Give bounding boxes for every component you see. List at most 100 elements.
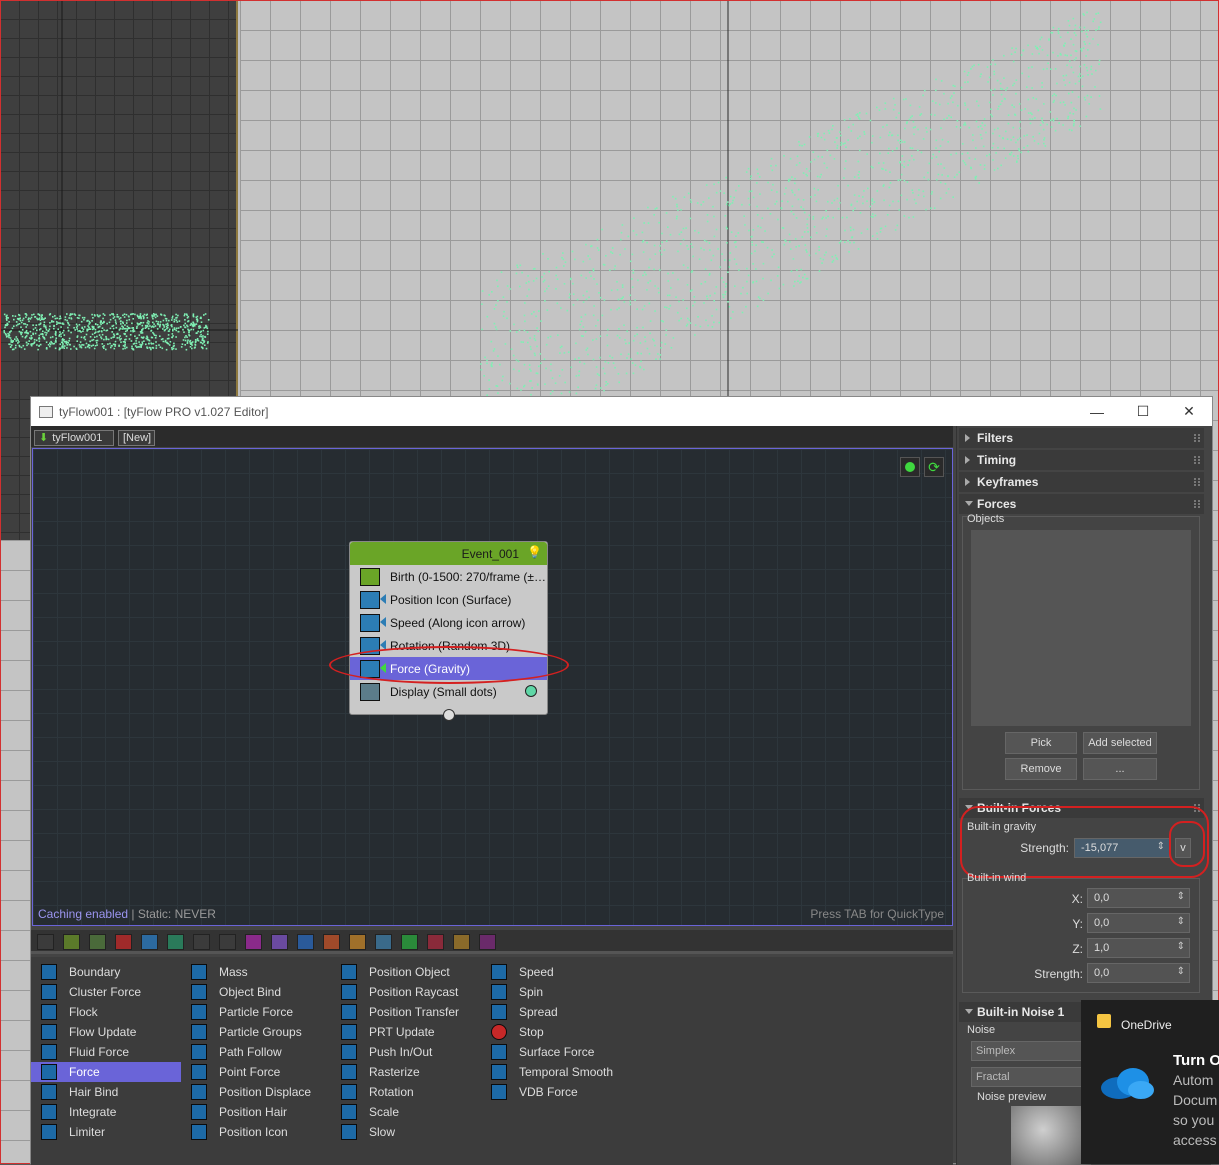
wind-y-spinner[interactable]: 0,0	[1087, 913, 1190, 933]
category-operators-icon[interactable]	[141, 934, 158, 950]
event-output-socket[interactable]	[443, 709, 455, 721]
operator-list-icon	[191, 1044, 207, 1060]
category-all-icon[interactable]	[37, 934, 54, 950]
category-delete-icon[interactable]	[115, 934, 132, 950]
operator-list-icon	[41, 984, 57, 1000]
onedrive-heading: Turn O	[1173, 1052, 1219, 1069]
lightbulb-icon[interactable]: 💡	[527, 545, 542, 559]
operator-list-item[interactable]: Flock	[31, 1002, 181, 1022]
operator-list-item[interactable]: VDB Force	[481, 1082, 631, 1102]
category-mesh-icon[interactable]	[167, 934, 184, 950]
tyflow-editor-window[interactable]: tyFlow001 : [tyFlow PRO v1.027 Editor] —…	[30, 396, 1213, 1165]
category-bind-icon[interactable]	[297, 934, 314, 950]
operator-list-item[interactable]: Rasterize	[331, 1062, 481, 1082]
operator-list-item[interactable]: Speed	[481, 962, 631, 982]
operator-list-item[interactable]: Rotation	[331, 1082, 481, 1102]
operator-list-item[interactable]: PRT Update	[331, 1022, 481, 1042]
operator-category-bar	[31, 930, 953, 954]
operator-list-item[interactable]: Position Hair	[181, 1102, 331, 1122]
category-birth-icon[interactable]	[63, 934, 80, 950]
operator-list-item[interactable]: Cluster Force	[31, 982, 181, 1002]
operator-list-item[interactable]: Position Object	[331, 962, 481, 982]
operator-list-item[interactable]: Spread	[481, 1002, 631, 1022]
operator-list-item[interactable]: Force	[31, 1062, 181, 1082]
rollout-keyframes[interactable]: Keyframes	[959, 472, 1204, 492]
category-export-icon[interactable]	[453, 934, 470, 950]
operator-position-icon[interactable]: Position Icon (Surface)	[350, 588, 547, 611]
category-misc-icon[interactable]	[479, 934, 496, 950]
rollout-timing[interactable]: Timing	[959, 450, 1204, 470]
maximize-button[interactable]: ☐	[1120, 397, 1166, 426]
category-render-icon[interactable]	[271, 934, 288, 950]
more-button[interactable]: ...	[1083, 758, 1157, 780]
operator-list-item[interactable]: Spin	[481, 982, 631, 1002]
category-physx-icon[interactable]	[427, 934, 444, 950]
category-cloth-icon[interactable]	[323, 934, 340, 950]
minimize-button[interactable]: —	[1074, 397, 1120, 426]
operator-list-item[interactable]: Mass	[181, 962, 331, 982]
operator-list-item[interactable]: Temporal Smooth	[481, 1062, 631, 1082]
operator-speed[interactable]: Speed (Along icon arrow)	[350, 611, 547, 634]
category-tests-icon[interactable]	[193, 934, 210, 950]
wind-strength-spinner[interactable]: 0,0	[1087, 963, 1190, 983]
operator-list-icon	[191, 1064, 207, 1080]
operator-list-item[interactable]: Position Icon	[181, 1122, 331, 1142]
operator-list-item[interactable]: Integrate	[31, 1102, 181, 1122]
operator-list-item[interactable]: Push In/Out	[331, 1042, 481, 1062]
tab-tyflow001[interactable]: ⬇ tyFlow001	[34, 430, 114, 446]
category-groups-icon[interactable]	[219, 934, 236, 950]
operator-list-item[interactable]: Path Follow	[181, 1042, 331, 1062]
category-script-icon[interactable]	[349, 934, 366, 950]
particle-cloud	[0, 0, 1102, 400]
operator-list-item[interactable]: Fluid Force	[31, 1042, 181, 1062]
cache-status: Caching enabled | Static: NEVER	[38, 907, 216, 921]
operator-list-item[interactable]: Position Raycast	[331, 982, 481, 1002]
speed-icon	[360, 613, 380, 632]
close-button[interactable]: ✕	[1166, 397, 1212, 426]
flow-tab-bar: ⬇ tyFlow001 [New]	[31, 426, 953, 447]
category-send-icon[interactable]	[401, 934, 418, 950]
operator-list-item[interactable]: Object Bind	[181, 982, 331, 1002]
objects-label: Objects	[967, 513, 1005, 525]
category-flow-icon[interactable]	[89, 934, 106, 950]
rollout-forces[interactable]: Forces	[959, 494, 1204, 514]
operator-list-item[interactable]: Limiter	[31, 1122, 181, 1142]
flow-canvas[interactable]: ⟳ Event_001 💡 Birth (0-1500: 270/frame (…	[32, 448, 953, 926]
operator-list-item[interactable]: Boundary	[31, 962, 181, 982]
operator-list-item[interactable]: Hair Bind	[31, 1082, 181, 1102]
noise-preview-label: Noise preview	[977, 1091, 1047, 1103]
event-header[interactable]: Event_001 💡	[350, 542, 547, 565]
birth-icon	[360, 567, 380, 586]
pick-button[interactable]: Pick	[1005, 732, 1077, 754]
remove-button[interactable]: Remove	[1005, 758, 1077, 780]
category-camera-icon[interactable]	[375, 934, 392, 950]
title-bar[interactable]: tyFlow001 : [tyFlow PRO v1.027 Editor] —…	[31, 397, 1212, 426]
refresh-icon[interactable]: ⟳	[924, 457, 944, 477]
tab-new[interactable]: [New]	[118, 430, 155, 446]
operator-list-item[interactable]: Scale	[331, 1102, 481, 1122]
category-material-icon[interactable]	[245, 934, 262, 950]
operator-birth[interactable]: Birth (0-1500: 270/frame (±…	[350, 565, 547, 588]
operator-list-item[interactable]: Slow	[331, 1122, 481, 1142]
operator-list-icon	[191, 1024, 207, 1040]
wind-z-spinner[interactable]: 1,0	[1087, 938, 1190, 958]
add-selected-button[interactable]: Add selected	[1083, 732, 1157, 754]
operator-list-icon	[491, 1004, 507, 1020]
operator-list-item[interactable]: Flow Update	[31, 1022, 181, 1042]
rollout-filters[interactable]: Filters	[959, 428, 1204, 448]
record-icon[interactable]	[900, 457, 920, 477]
wind-x-spinner[interactable]: 0,0	[1087, 888, 1190, 908]
operator-list-item[interactable]: Stop	[481, 1022, 631, 1042]
onedrive-toast[interactable]: OneDrive Turn O Autom Docum so you acces…	[1081, 1000, 1219, 1164]
operator-list-item[interactable]: Surface Force	[481, 1042, 631, 1062]
display-color-swatch[interactable]	[525, 685, 537, 697]
objects-listbox[interactable]	[971, 530, 1191, 726]
event-node[interactable]: Event_001 💡 Birth (0-1500: 270/frame (±……	[349, 541, 548, 721]
annotation-circle-v	[1169, 821, 1205, 867]
operator-list-item[interactable]: Particle Force	[181, 1002, 331, 1022]
operator-list-item[interactable]: Point Force	[181, 1062, 331, 1082]
operator-list-item[interactable]: Particle Groups	[181, 1022, 331, 1042]
operator-list-item[interactable]: Position Transfer	[331, 1002, 481, 1022]
wind-z-label: Z:	[1072, 942, 1083, 956]
operator-list-item[interactable]: Position Displace	[181, 1082, 331, 1102]
